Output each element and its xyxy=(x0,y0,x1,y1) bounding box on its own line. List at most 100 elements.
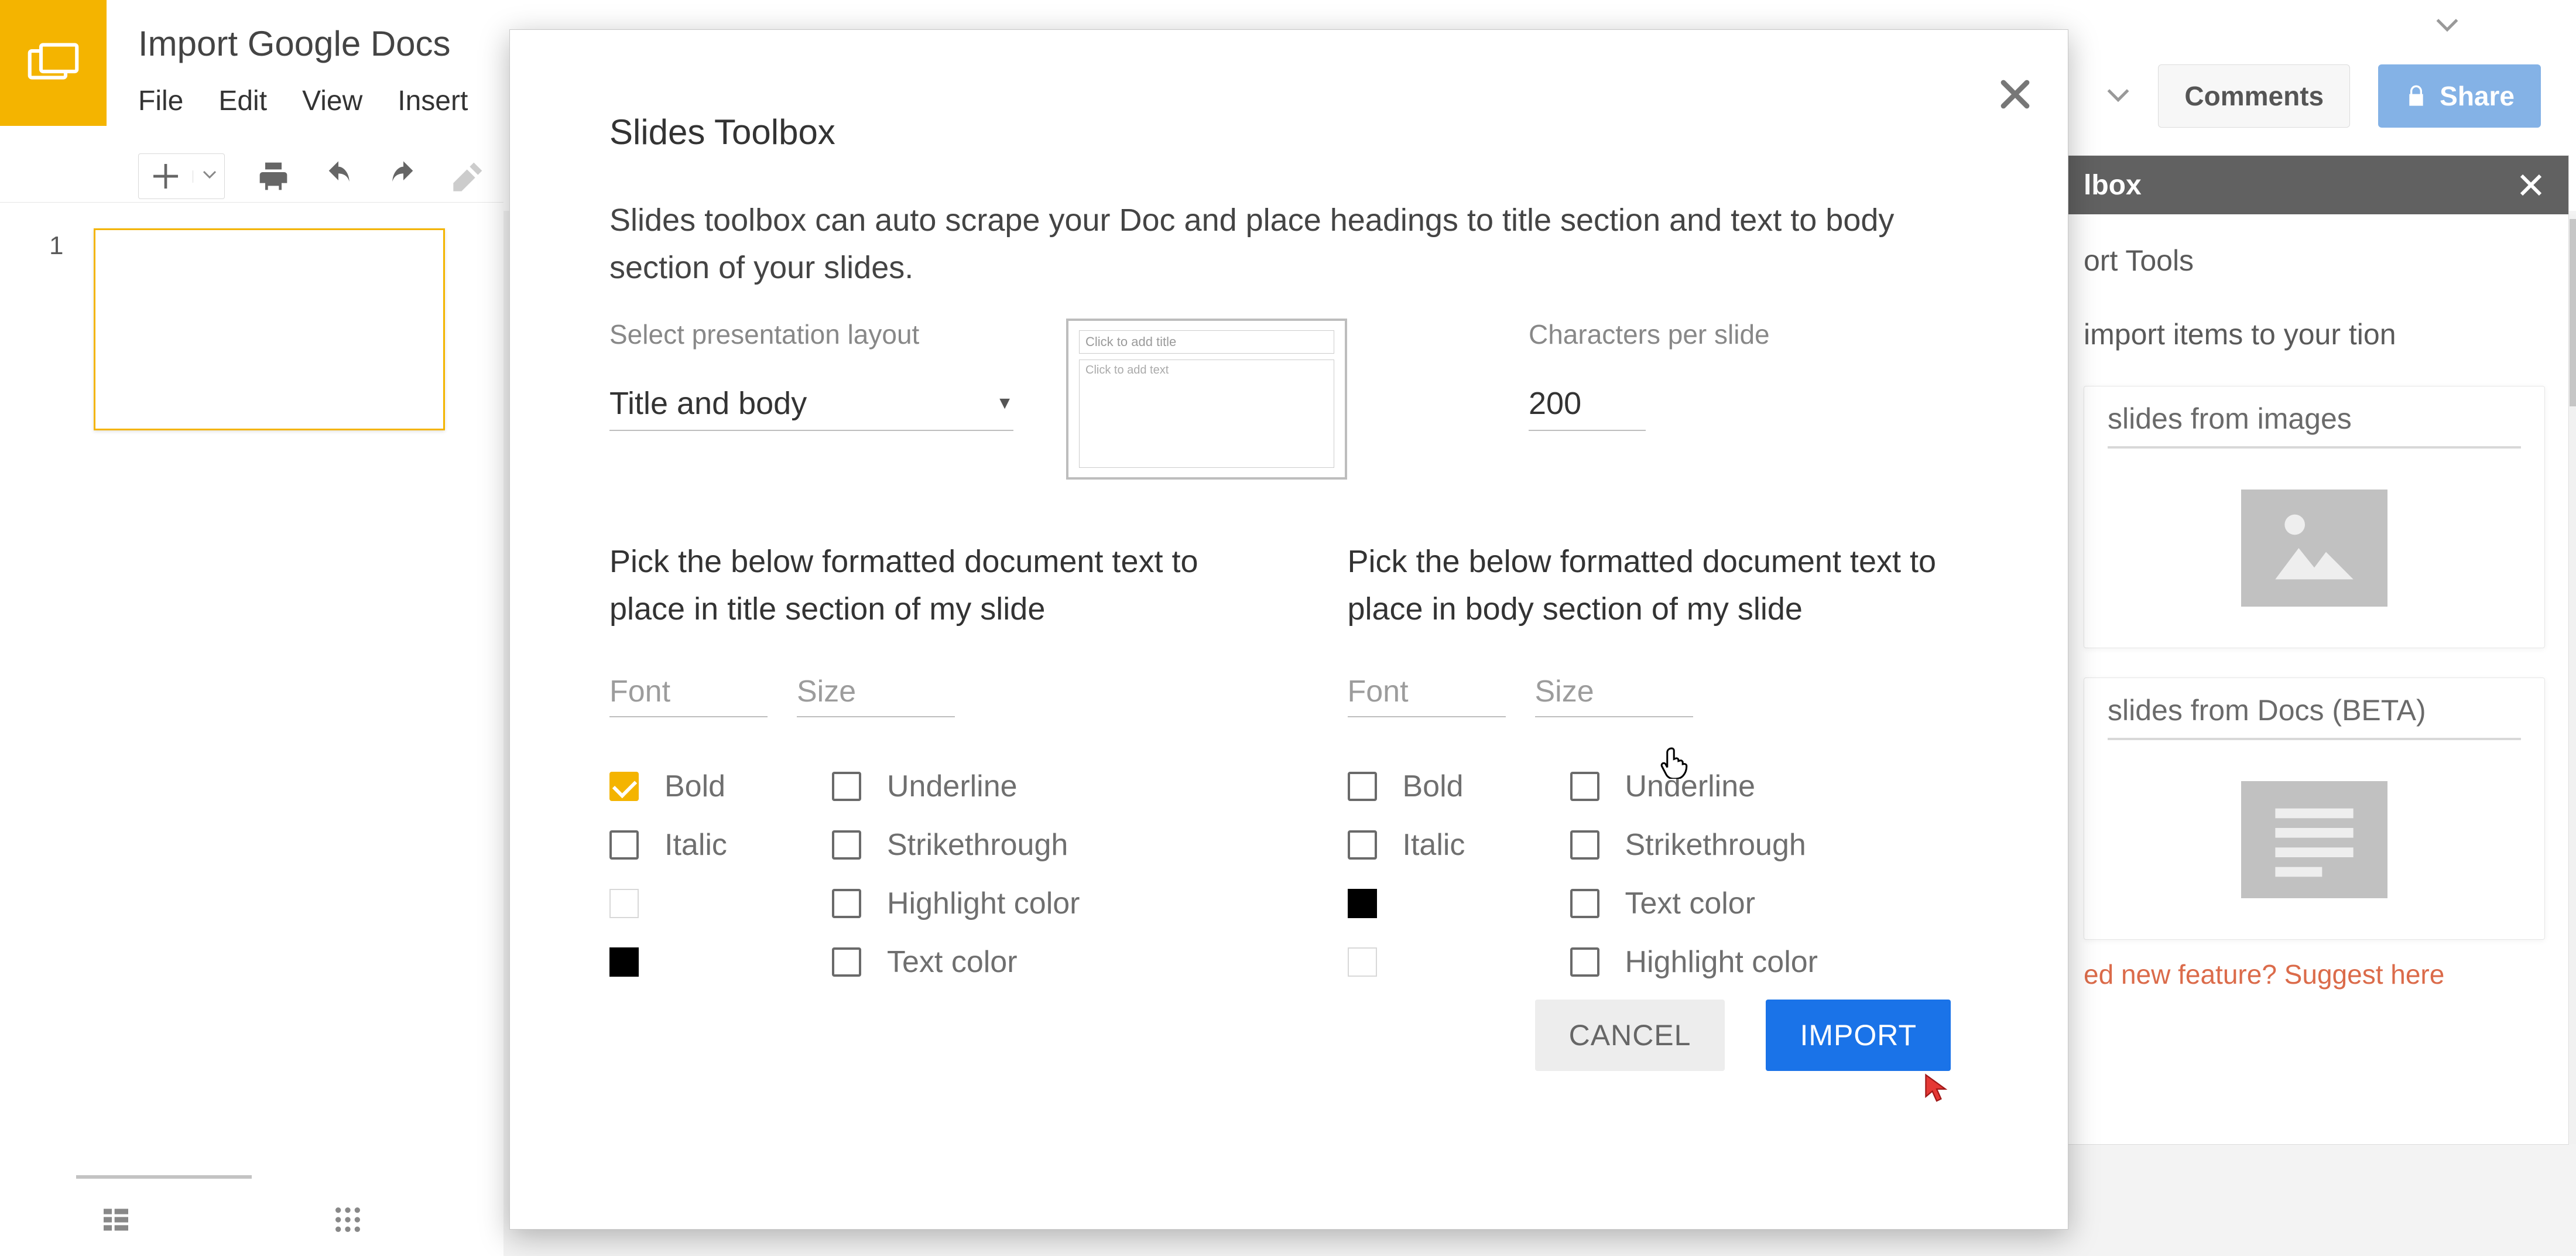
card-underline xyxy=(2108,446,2521,449)
app-brand xyxy=(0,0,107,126)
layout-preview-body: Click to add text xyxy=(1079,360,1334,468)
body-section: Pick the below formatted document text t… xyxy=(1348,538,1969,980)
header-right: Comments Share xyxy=(2106,64,2541,128)
side-section-label: ort Tools xyxy=(2084,244,2545,278)
body-section-heading: Pick the below formatted document text t… xyxy=(1348,538,1969,633)
menu-edit[interactable]: Edit xyxy=(218,85,267,117)
checkbox-label: Bold xyxy=(664,769,725,804)
side-panel-scrollbar[interactable] xyxy=(2570,214,2576,1144)
arrow-cursor-icon xyxy=(1923,1073,1950,1103)
checkbox-label: Underline xyxy=(1625,769,1756,804)
share-label: Share xyxy=(2440,80,2515,112)
title-italic-checkbox[interactable]: Italic xyxy=(609,827,826,863)
toolbar-divider xyxy=(0,202,503,203)
slide-thumbnail[interactable] xyxy=(94,228,445,430)
body-bold-checkbox[interactable]: Bold xyxy=(1348,769,1564,804)
body-size-input[interactable]: Size xyxy=(1535,674,1693,717)
scrollbar-thumb[interactable] xyxy=(2570,219,2576,406)
slides-app-icon xyxy=(27,43,80,84)
menu-view[interactable]: View xyxy=(302,85,362,117)
new-slide-button[interactable] xyxy=(138,153,225,199)
print-icon[interactable] xyxy=(257,160,290,193)
checkbox-label: Highlight color xyxy=(1625,944,1818,980)
grid-view-icon[interactable] xyxy=(331,1203,364,1236)
close-icon[interactable] xyxy=(2517,171,2545,199)
menu-insert[interactable]: Insert xyxy=(398,85,468,117)
body-underline-checkbox[interactable]: Underline xyxy=(1570,769,1969,804)
checkbox-label: Italic xyxy=(664,827,727,863)
title-textcolor-checkbox[interactable]: Text color xyxy=(832,944,1231,980)
paint-format-icon[interactable] xyxy=(452,160,485,193)
title-section: Pick the below formatted document text t… xyxy=(609,538,1231,980)
card-underline xyxy=(2108,738,2521,740)
filmstrip-indicator xyxy=(76,1175,252,1179)
dialog-description: Slides toolbox can auto scrape your Doc … xyxy=(609,197,1927,292)
menu-bar: File Edit View Insert xyxy=(138,85,468,117)
layout-select[interactable]: Title and body ▼ xyxy=(609,385,1013,431)
checkbox-label: Bold xyxy=(1403,769,1464,804)
docs-text-icon xyxy=(2241,781,2387,898)
cancel-button[interactable]: CANCEL xyxy=(1535,1000,1725,1071)
comments-button[interactable]: Comments xyxy=(2158,64,2350,128)
chevron-down-icon[interactable] xyxy=(193,170,214,183)
title-swatch-light[interactable] xyxy=(609,889,639,918)
chevron-down-icon[interactable] xyxy=(2106,84,2130,108)
title-size-input[interactable]: Size xyxy=(797,674,955,717)
undo-icon[interactable] xyxy=(322,160,355,193)
body-italic-checkbox[interactable]: Italic xyxy=(1348,827,1564,863)
bottom-view-controls xyxy=(100,1203,364,1236)
checkbox-label: Italic xyxy=(1403,827,1465,863)
title-bold-checkbox[interactable]: Bold xyxy=(609,769,826,804)
share-button[interactable]: Share xyxy=(2378,64,2541,128)
redo-icon[interactable] xyxy=(387,160,420,193)
title-font-input[interactable]: Font xyxy=(609,674,768,717)
side-panel-title: lbox xyxy=(2084,169,2142,201)
body-swatch-dark[interactable] xyxy=(1348,889,1377,918)
filmstrip-view-icon[interactable] xyxy=(100,1203,132,1236)
layout-field: Select presentation layout Title and bod… xyxy=(609,319,1013,431)
checkbox-label: Strikethrough xyxy=(1625,827,1806,863)
dialog-footer: CANCEL IMPORT xyxy=(1535,1000,1951,1071)
side-intro-text: import items to your tion xyxy=(2084,313,2545,357)
slide-number: 1 xyxy=(49,231,63,261)
side-panel-header: lbox xyxy=(2060,156,2568,214)
cps-label: Characters per slide xyxy=(1529,319,1770,350)
body-strikethrough-checkbox[interactable]: Strikethrough xyxy=(1570,827,1969,863)
layout-preview-title: Click to add title xyxy=(1079,330,1334,354)
cps-input[interactable]: 200 xyxy=(1529,385,1646,431)
cps-field: Characters per slide 200 xyxy=(1529,319,1770,431)
hand-cursor-icon xyxy=(1660,747,1689,779)
side-panel-body: ort Tools import items to your tion slid… xyxy=(2060,214,2568,1019)
layout-select-value: Title and body xyxy=(609,385,807,422)
card-create-from-images[interactable]: slides from images xyxy=(2084,386,2545,648)
body-highlight-checkbox[interactable]: Highlight color xyxy=(1570,944,1969,980)
slides-toolbox-dialog: Slides Toolbox Slides toolbox can auto s… xyxy=(509,29,2068,1230)
title-highlight-checkbox[interactable]: Highlight color xyxy=(832,886,1231,921)
lock-icon xyxy=(2404,84,2428,108)
menu-file[interactable]: File xyxy=(138,85,183,117)
body-textcolor-checkbox[interactable]: Text color xyxy=(1570,886,1969,921)
chevron-down-icon[interactable] xyxy=(2435,18,2459,34)
import-button[interactable]: IMPORT xyxy=(1766,1000,1951,1071)
toolbar xyxy=(138,153,485,199)
body-swatch-light[interactable] xyxy=(1348,947,1377,977)
checkbox-label: Underline xyxy=(887,769,1018,804)
card-title-docs: slides from Docs (BETA) xyxy=(2108,693,2521,727)
title-underline-checkbox[interactable]: Underline xyxy=(832,769,1231,804)
suggest-feature-link[interactable]: ed new feature? Suggest here xyxy=(2084,959,2545,990)
card-create-from-docs[interactable]: slides from Docs (BETA) xyxy=(2084,677,2545,940)
close-icon[interactable] xyxy=(1998,77,2033,112)
body-font-input[interactable]: Font xyxy=(1348,674,1506,717)
layout-label: Select presentation layout xyxy=(609,319,1013,350)
slides-toolbox-side-panel: lbox ort Tools import items to your tion… xyxy=(2060,155,2569,1145)
checkbox-label: Strikethrough xyxy=(887,827,1068,863)
plus-icon xyxy=(149,160,182,193)
document-title[interactable]: Import Google Docs xyxy=(138,23,451,64)
title-swatch-dark[interactable] xyxy=(609,947,639,977)
image-placeholder-icon xyxy=(2241,490,2387,607)
card-title-images: slides from images xyxy=(2108,402,2521,436)
checkbox-label: Text color xyxy=(887,944,1018,980)
title-strikethrough-checkbox[interactable]: Strikethrough xyxy=(832,827,1231,863)
chevron-down-icon: ▼ xyxy=(996,393,1013,413)
layout-preview: Click to add title Click to add text xyxy=(1066,319,1347,480)
